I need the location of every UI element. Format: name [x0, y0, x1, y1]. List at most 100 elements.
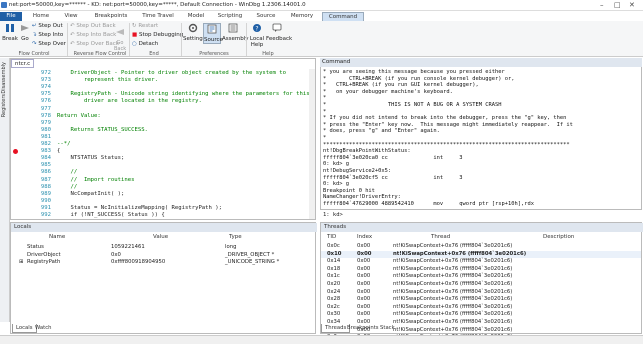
col-value[interactable]: Value: [153, 234, 168, 240]
svg-text:?: ?: [255, 26, 258, 33]
breakpoint-icon[interactable]: [13, 148, 18, 154]
thread-row[interactable]: 0x1c 0x00 nt!KiSwapContext+0x76 (fffff804`…: [321, 273, 641, 280]
separator: [246, 23, 247, 56]
tab-watch[interactable]: Watch: [32, 324, 55, 333]
break-label: Break: [2, 36, 18, 42]
col-name[interactable]: Name: [49, 234, 65, 240]
step-out-button[interactable]: ↵ Step Out: [32, 23, 63, 29]
step-into-back-button[interactable]: ↶ Step Into Back: [70, 32, 116, 38]
separator: [67, 23, 68, 56]
tab-view[interactable]: View: [62, 12, 80, 21]
col-index[interactable]: Index: [357, 234, 372, 240]
flow-control-group-label: Flow Control: [18, 51, 50, 57]
assembly-button[interactable]: Assembly: [222, 23, 249, 42]
thread-frame: nt!KiSwapContext+0x76 (fffff804`3e0201c6…: [393, 326, 513, 333]
reverse-flow-group-label: Reverse Flow Control: [73, 51, 127, 57]
thread-row[interactable]: 0x0c 0x00 nt!KiSwapContext+0x76 (fffff804`…: [321, 243, 641, 250]
thread-row[interactable]: 0x2c 0x00 nt!KiSwapContext+0x76 (fffff804`…: [321, 304, 641, 311]
command-output-line: * does, press "g" and "Enter" again.: [323, 128, 440, 135]
thread-row[interactable]: 0x18 0x00 nt!KiSwapContext+0x76 (fffff804`…: [321, 266, 641, 273]
stop-debugging-button[interactable]: ■ Stop Debugging: [132, 32, 183, 38]
go-back-button[interactable]: Go Back: [114, 27, 126, 52]
thread-tid: 0x1c: [327, 273, 340, 280]
disassembly-rail-tab[interactable]: Disassembly: [1, 62, 7, 94]
detach-button[interactable]: ○ Detach: [132, 41, 158, 47]
tab-stack[interactable]: Stack: [377, 324, 398, 333]
thread-row[interactable]: 0x10 0x00 nt!KiSwapContext+0x76 (fffff804`…: [321, 250, 641, 258]
tab-command[interactable]: Command: [322, 12, 364, 21]
go-arrow-icon: [21, 25, 29, 31]
thread-row[interactable]: 0x24 0x00 nt!KiSwapContext+0x76 (fffff804`…: [321, 289, 641, 296]
close-icon[interactable]: ✕: [629, 1, 635, 9]
source-line: NTSTATUS Status;: [57, 155, 125, 162]
thread-index: 0x00: [357, 296, 371, 303]
local-type: long: [225, 244, 237, 250]
tab-scripting[interactable]: Scripting: [216, 12, 244, 21]
tab-model[interactable]: Model: [186, 12, 206, 21]
go-button[interactable]: Go: [18, 23, 32, 42]
thread-tid: 0x20: [327, 281, 341, 287]
thread-row[interactable]: 0x30 0x00 nt!KiSwapContext+0x76 (fffff804`…: [321, 311, 641, 318]
tab-file[interactable]: File: [0, 12, 22, 21]
registers-rail-tab[interactable]: Registers: [1, 94, 7, 117]
tab-memory[interactable]: Memory: [288, 12, 316, 21]
ribbon: Break Go ↵ Step Out ↴ Step Into ↷ Step O…: [0, 21, 643, 57]
tab-breakpoints[interactable]: Breakpoints: [92, 12, 130, 21]
local-type: _DRIVER_OBJECT *: [225, 251, 275, 258]
thread-tid: 0x24: [327, 288, 341, 295]
tab-source[interactable]: Source: [254, 12, 278, 21]
col-description[interactable]: Description: [543, 234, 574, 240]
command-tab[interactable]: Command: [322, 59, 350, 65]
go-back-icon: [116, 29, 124, 35]
step-over-button[interactable]: ↷ Step Over: [32, 41, 66, 47]
thread-frame: nt!KiSwapContext+0x76 (fffff804`3e0201c6…: [393, 243, 513, 249]
restart-button[interactable]: ↻ Restart: [132, 23, 158, 29]
source-line: Return Value:: [57, 112, 101, 119]
source-line: represent this driver.: [57, 77, 159, 84]
side-rail: Disassembly Registers: [0, 58, 10, 322]
thread-tid: 0x30: [327, 311, 341, 318]
source-line: Returns STATUS_SUCCESS.: [57, 126, 148, 133]
settings-icon: [188, 23, 198, 33]
col-thread[interactable]: Thread: [431, 234, 450, 240]
thread-index: 0x00: [357, 311, 371, 318]
minimize-icon[interactable]: –: [600, 1, 604, 9]
source-pref-button[interactable]: Source: [203, 23, 223, 44]
expand-icon[interactable]: ⊞: [19, 259, 23, 265]
thread-index: 0x00: [357, 243, 371, 249]
thread-frame: nt!KiSwapContext+0x76 (fffff804`3e0201c6…: [393, 265, 513, 272]
source-file-tab[interactable]: ntcr.c: [11, 59, 35, 68]
thread-row[interactable]: 0x28 0x00 nt!KiSwapContext+0x76 (fffff804`…: [321, 296, 641, 303]
thread-index: 0x00: [357, 303, 371, 310]
step-into-button[interactable]: ↴ Step Into: [32, 32, 63, 38]
thread-row[interactable]: 0x20 0x00 nt!KiSwapContext+0x76 (fffff804`…: [321, 281, 641, 288]
separator: [129, 23, 130, 56]
tab-time-travel[interactable]: Time Travel: [140, 12, 176, 21]
thread-row[interactable]: 0x14 0x00 nt!KiSwapContext+0x76 (fffff804`…: [321, 258, 641, 265]
status-bar: [0, 335, 643, 344]
break-button[interactable]: Break: [2, 23, 18, 42]
thread-index: 0x00: [357, 273, 371, 280]
thread-frame: nt!KiSwapContext+0x76 (fffff804`3e0201c6…: [393, 288, 513, 295]
command-input-row[interactable]: 1: kd>: [320, 209, 642, 220]
help-group-label: Help: [262, 51, 274, 57]
line-number: 992: [40, 212, 51, 218]
thread-frame: nt!KiSwapContext+0x76 (fffff804`3e0201c6…: [393, 258, 513, 265]
tab-home[interactable]: Home: [30, 12, 52, 21]
thread-frame: nt!KiSwapContext+0x76 (fffff804`3e0201c6…: [393, 319, 513, 325]
maximize-icon[interactable]: □: [614, 1, 621, 9]
source-scrollbar[interactable]: [309, 69, 315, 219]
col-type[interactable]: Type: [229, 234, 242, 240]
step-over-back-button[interactable]: ↶ Step Over Back: [70, 41, 119, 47]
settings-button[interactable]: Settings: [183, 23, 206, 42]
preferences-group-label: Preferences: [199, 51, 229, 57]
help-icon: ?: [253, 24, 261, 33]
col-tid[interactable]: TID: [327, 234, 336, 240]
step-out-back-button[interactable]: ↶ Step Out Back: [70, 23, 116, 29]
end-group-label: End: [149, 51, 159, 57]
feedback-button[interactable]: Feedback: [266, 23, 292, 42]
local-help-button[interactable]: ? Local Help: [248, 23, 266, 48]
thread-frame: nt!KiSwapContext+0x76 (fffff804`3e0201c6…: [393, 273, 513, 280]
tab-breakpoints-pane[interactable]: Breakpoints: [344, 324, 382, 333]
thread-frame: nt!KiSwapContext+0x76 (fffff804`3e0201c6…: [393, 281, 513, 287]
